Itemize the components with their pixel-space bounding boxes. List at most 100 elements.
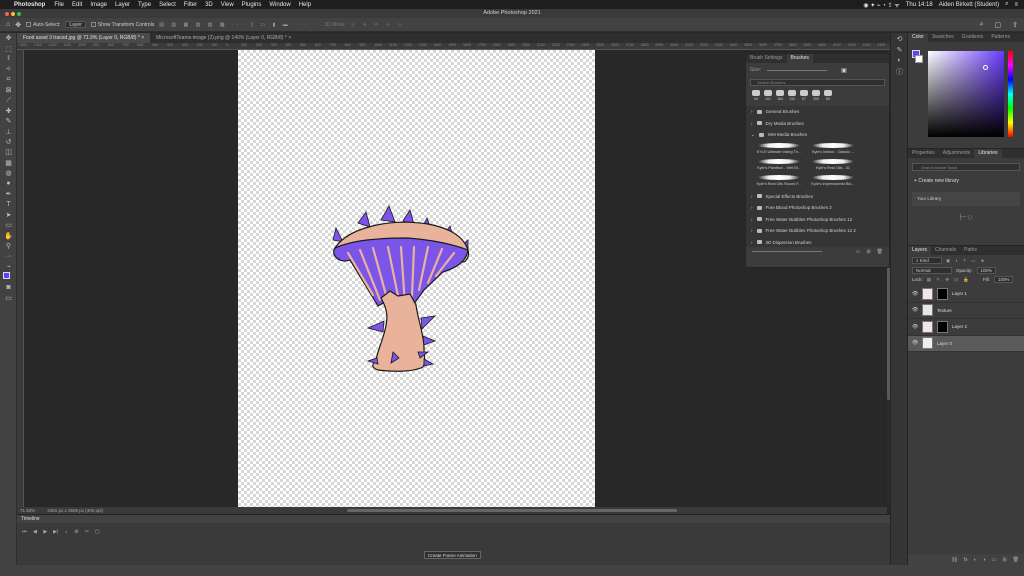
hand-tool-icon[interactable]: ✋	[0, 230, 17, 240]
folder-dry-media[interactable]: › Dry Media Brushes	[746, 118, 889, 130]
workspace-icon[interactable]: ▢	[995, 21, 1002, 29]
folder-water-bubbles-2[interactable]: › Free Water Bubbles Photoshop Brushes 12…	[746, 225, 889, 237]
background-color-icon[interactable]	[915, 55, 923, 63]
info-icon[interactable]: ⓘ	[891, 66, 908, 77]
show-transform-checkbox[interactable]: Show Transform Controls	[90, 22, 154, 28]
foreground-color-icon[interactable]	[3, 271, 10, 279]
folder-general-brushes[interactable]: › General Brushes	[746, 106, 889, 118]
tab-color[interactable]: Color	[908, 33, 928, 42]
visibility-eye-icon[interactable]: 👁	[912, 324, 918, 330]
home-icon[interactable]: ⌂	[6, 21, 10, 28]
tab-layers[interactable]: Layers	[908, 246, 932, 255]
recent-brush-2[interactable]: 101	[764, 90, 772, 102]
folder-3d-dispersion[interactable]: › 3D Dispersion Brushes	[746, 237, 889, 249]
menu-layer[interactable]: Layer	[115, 2, 130, 8]
color-swatch-icon[interactable]	[0, 271, 17, 283]
color-field[interactable]	[928, 51, 1004, 137]
menu-file[interactable]: File	[54, 2, 64, 8]
edit-toolbar-icon[interactable]: ···	[0, 251, 17, 261]
stamp-tool-icon[interactable]: ⊥	[0, 127, 17, 137]
share-icon[interactable]: ⇪	[1012, 21, 1018, 29]
zoom-tool-icon[interactable]: ⚲	[0, 241, 17, 251]
folder-special-effects[interactable]: › Special Effects Brushes	[746, 191, 889, 203]
blend-mode-dropdown[interactable]: Normal	[912, 267, 952, 274]
menu-type[interactable]: Type	[138, 2, 151, 8]
menu-filter[interactable]: Filter	[184, 2, 197, 8]
align-icons[interactable]: ▤ ▥ ▦ ▧ ▨ ▩ ··· ▯ ▭ ▮ ▬ ···	[159, 22, 309, 28]
first-frame-icon[interactable]: ⏮	[20, 529, 29, 538]
size-slider[interactable]	[767, 69, 828, 71]
canvas-horizontal-scrollbar[interactable]	[347, 509, 677, 512]
link-layers-icon[interactable]: ⛓	[951, 557, 957, 563]
history-brush-icon[interactable]: ↺	[0, 137, 17, 147]
control-center-icon[interactable]: ≡	[1014, 2, 1018, 8]
eraser-tool-icon[interactable]: ◫	[0, 147, 17, 157]
3d-mode-icons[interactable]: ◎ ✥ ⇄ ✣ ⇲	[351, 22, 405, 28]
layer-name[interactable]: Layer 1	[952, 291, 967, 296]
layer-row[interactable]: 👁 Texture	[908, 303, 1024, 319]
new-group-icon[interactable]: ▭	[992, 557, 997, 563]
search-icon[interactable]: ⌕	[980, 21, 984, 29]
folder-water-bubbles[interactable]: › Free Water Bubbles Photoshop Brushes 12	[746, 214, 889, 226]
filter-icons[interactable]: ▣ ◐ T ▭ ◈	[946, 258, 986, 264]
menu-app-name[interactable]: Photoshop	[14, 2, 45, 8]
close-tab-icon[interactable]: ×	[288, 35, 291, 41]
your-library-item[interactable]: Your Library	[912, 192, 1020, 206]
menu-edit[interactable]: Edit	[72, 2, 82, 8]
close-tab-icon[interactable]: ×	[141, 35, 144, 41]
audio-icon[interactable]: ♪	[62, 529, 71, 538]
fx-icon[interactable]: fx	[964, 557, 968, 563]
auto-select-dropdown[interactable]: Layer	[65, 21, 86, 28]
folder-blood-brushes[interactable]: › Free Blood Photoshop Brushes 2	[746, 202, 889, 214]
new-group-icon[interactable]: ▭	[856, 249, 861, 255]
recent-brush-1[interactable]: 64	[752, 90, 760, 102]
zoom-level[interactable]: 71.93%	[20, 507, 35, 514]
layer-filter-dropdown[interactable]: ⌕ Kind	[912, 257, 942, 264]
tab-brushes[interactable]: Brushes	[786, 54, 813, 63]
search-icon[interactable]: ⌕	[1005, 1, 1008, 8]
menu-plugins[interactable]: Plugins	[242, 2, 262, 8]
tab-properties[interactable]: Properties	[908, 149, 939, 158]
healing-tool-icon[interactable]: ✚	[0, 106, 17, 116]
tab-brush-settings[interactable]: Brush Settings	[746, 54, 787, 63]
menu-image[interactable]: Image	[90, 2, 107, 8]
status-icons[interactable]: ◉ ✦ ⌁ ◔ ⇪ ᯤ	[863, 1, 899, 9]
brush-panel-icon[interactable]: ✎	[891, 44, 908, 55]
close-window-button[interactable]	[5, 11, 9, 16]
tab-paths[interactable]: Paths	[960, 246, 981, 255]
menu-view[interactable]: View	[221, 2, 234, 8]
quick-mask-icon[interactable]: ◙	[0, 282, 17, 292]
clock[interactable]: Thu 14:18	[906, 2, 933, 8]
new-brush-icon[interactable]: ⊞	[866, 249, 870, 255]
layer-name[interactable]: Texture	[937, 308, 952, 313]
transition-icon[interactable]: ▢	[93, 529, 102, 538]
default-colors-icon[interactable]: ▫▪	[0, 262, 17, 272]
recent-brush-6[interactable]: 200	[812, 90, 820, 102]
auto-select-checkbox[interactable]: Auto-Select:	[26, 22, 60, 28]
dodge-tool-icon[interactable]: ●	[0, 178, 17, 188]
library-search-input[interactable]: Search Adobe Stock	[912, 163, 1020, 171]
tab-adjustments[interactable]: Adjustments	[939, 149, 975, 158]
opacity-input[interactable]: 100%	[976, 267, 997, 274]
layer-name[interactable]: Layer 0	[937, 341, 952, 346]
frame-tool-icon[interactable]: ⊠	[0, 85, 17, 95]
delete-layer-icon[interactable]: 🗑	[1013, 557, 1019, 563]
type-tool-icon[interactable]: T	[0, 199, 17, 209]
brush-tool-icon[interactable]: ✎	[0, 116, 17, 126]
gradient-tool-icon[interactable]: ▦	[0, 158, 17, 168]
minimize-window-button[interactable]	[11, 11, 15, 16]
brush-stroke-1[interactable]: KYLE Ultimate Inking Th...	[754, 141, 804, 155]
visibility-eye-icon[interactable]: 👁	[912, 307, 918, 313]
brush-search-input[interactable]: Search Brushes	[750, 79, 885, 86]
zoom-window-button[interactable]	[17, 11, 21, 16]
lock-icons[interactable]: ▦ ✎ ✥ ⊡ 🔒	[927, 277, 971, 283]
ruler-horizontal[interactable]: 1400 1300 1200 1100 1000 900 800 700 600 500 400 30…	[17, 43, 890, 50]
menu-help[interactable]: Help	[299, 2, 311, 8]
menu-3d[interactable]: 3D	[205, 2, 213, 8]
layer-row[interactable]: 👁 Layer 1	[908, 286, 1024, 303]
menu-select[interactable]: Select	[159, 2, 176, 8]
layer-row[interactable]: 👁 Layer 0	[908, 335, 1024, 352]
blur-tool-icon[interactable]: ◍	[0, 168, 17, 178]
new-preset-icon[interactable]: ▣	[841, 67, 847, 74]
screen-mode-icon[interactable]: ▭	[0, 293, 17, 303]
